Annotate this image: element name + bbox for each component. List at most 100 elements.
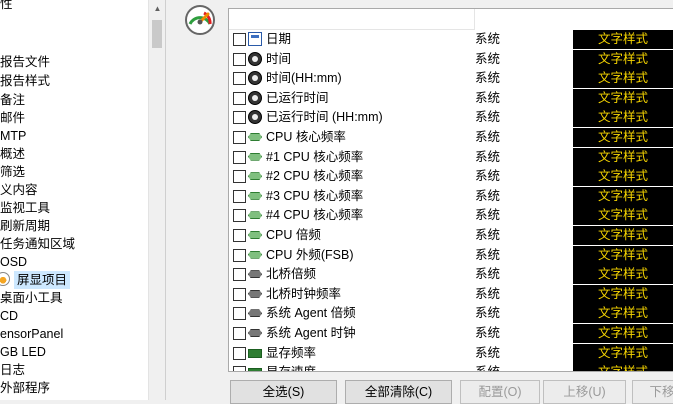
table-row[interactable]: 系统 Agent 时钟 系统 文字样式: [229, 324, 673, 344]
tree-item-notification-area[interactable]: 任务通知区域: [0, 235, 75, 253]
tree-item-desktop-gadget[interactable]: 桌面小工具: [0, 289, 63, 307]
tree-item-custom-content[interactable]: 义内容: [0, 181, 38, 199]
tree-item-filter[interactable]: 筛选: [0, 163, 25, 181]
table-row[interactable]: CPU 核心频率 系统 文字样式: [229, 128, 673, 148]
row-text-style-swatch[interactable]: 文字样式: [573, 363, 673, 371]
tree-item-lcd[interactable]: CD: [0, 307, 18, 325]
tree-item-properties[interactable]: 性: [0, 0, 13, 13]
row-checkbox[interactable]: [233, 52, 246, 66]
table-row[interactable]: 日期 系统 文字样式: [229, 30, 673, 50]
row-item-name: #3 CPU 核心频率: [266, 188, 364, 203]
table-row[interactable]: 显存速度 系统 文字样式: [229, 363, 673, 371]
tree-item-report-file[interactable]: 报告文件: [0, 53, 50, 71]
move-down-button[interactable]: 下移: [632, 380, 673, 404]
table-row[interactable]: 系统 Agent 倍频 系统 文字样式: [229, 304, 673, 324]
table-row[interactable]: 时间 系统 文字样式: [229, 49, 673, 70]
row-type: 系统: [475, 208, 501, 223]
row-item-name: 日期: [266, 32, 292, 46]
table-row[interactable]: #4 CPU 核心频率 系统 文字样式: [229, 206, 673, 226]
row-text-style-swatch[interactable]: 文字样式: [573, 30, 673, 49]
row-text-style-swatch[interactable]: 文字样式: [573, 304, 673, 324]
clock-icon: [248, 110, 262, 125]
scroll-up-arrow-icon[interactable]: ▲: [149, 0, 165, 17]
nav-scrollbar[interactable]: ▲: [148, 0, 165, 400]
row-text-style-swatch[interactable]: 文字样式: [573, 226, 673, 245]
table-row[interactable]: 已运行时间 系统 文字样式: [229, 88, 673, 109]
row-checkbox[interactable]: [233, 287, 246, 301]
row-text-style-swatch[interactable]: 文字样式: [573, 324, 673, 343]
row-text-style-swatch[interactable]: 文字样式: [573, 69, 673, 89]
tree-item-sensorpanel[interactable]: ensorPanel: [0, 325, 63, 343]
row-type: 系统: [475, 130, 501, 144]
move-up-button[interactable]: 上移(U): [543, 380, 626, 404]
row-item-name: 时间(HH:mm): [266, 71, 342, 86]
row-checkbox[interactable]: [233, 209, 246, 223]
tree-item-email[interactable]: 邮件: [0, 109, 25, 127]
tree-item-osd-items[interactable]: 屏显项目: [0, 271, 71, 289]
row-checkbox[interactable]: [233, 170, 246, 184]
tree-item-monitoring-tools[interactable]: 监视工具: [0, 199, 50, 217]
row-checkbox[interactable]: [233, 111, 246, 125]
row-checkbox[interactable]: [233, 189, 246, 203]
gpu-icon: [248, 348, 262, 358]
row-checkbox[interactable]: [233, 72, 246, 86]
row-text-style-swatch[interactable]: 文字样式: [573, 167, 673, 187]
table-row[interactable]: 显存频率 系统 文字样式: [229, 343, 673, 364]
tree-item-report-style[interactable]: 报告样式: [0, 72, 50, 90]
tree-item-rgb-led[interactable]: GB LED: [0, 343, 46, 361]
table-row[interactable]: #2 CPU 核心频率 系统 文字样式: [229, 167, 673, 187]
table-row[interactable]: #1 CPU 核心频率 系统 文字样式: [229, 147, 673, 168]
row-text-style-swatch[interactable]: 文字样式: [573, 186, 673, 206]
table-row[interactable]: 北桥倍频 系统 文字样式: [229, 265, 673, 285]
tree-item-notes[interactable]: 备注: [0, 91, 25, 109]
clear-all-button[interactable]: 全部清除(C): [345, 380, 452, 404]
row-type: 系统: [475, 169, 501, 184]
column-header-style[interactable]: [229, 9, 339, 30]
table-row[interactable]: 北桥时钟频率 系统 文字样式: [229, 284, 673, 305]
row-text-style-swatch[interactable]: 文字样式: [573, 147, 673, 167]
tree-item-osd[interactable]: OSD: [0, 253, 27, 271]
row-text-style-swatch[interactable]: 文字样式: [573, 284, 673, 304]
row-text-style-swatch[interactable]: 文字样式: [573, 343, 673, 363]
row-item-name: #1 CPU 核心频率: [266, 149, 364, 164]
table-row[interactable]: 时间(HH:mm) 系统 文字样式: [229, 69, 673, 89]
row-checkbox[interactable]: [233, 346, 246, 360]
row-text-style-swatch[interactable]: 文字样式: [573, 245, 673, 265]
row-checkbox[interactable]: [233, 268, 246, 282]
row-text-style-swatch[interactable]: 文字样式: [573, 206, 673, 226]
row-text-style-swatch[interactable]: 文字样式: [573, 108, 673, 128]
tree-item-log[interactable]: 日志: [0, 361, 25, 379]
table-row[interactable]: #3 CPU 核心频率 系统 文字样式: [229, 186, 673, 207]
row-checkbox[interactable]: [233, 91, 246, 105]
row-checkbox[interactable]: [233, 150, 246, 164]
row-checkbox[interactable]: [233, 229, 246, 242]
tree-item-refresh-period[interactable]: 刷新周期: [0, 217, 50, 235]
gpu-icon: [248, 368, 262, 371]
tree-item-external-programs[interactable]: 外部程序: [0, 379, 50, 397]
select-all-button[interactable]: 全选(S): [230, 380, 337, 404]
row-item-name: 显存速度: [266, 363, 316, 371]
row-type: 系统: [475, 149, 501, 164]
osd-gauge-icon: [0, 272, 10, 286]
osd-items-list[interactable]: 屏显项目 类型 日期系统文字样式时间系统文字样式时间(HH:mm)系统文字样式已…: [228, 8, 673, 372]
row-text-style-swatch[interactable]: 文字样式: [573, 265, 673, 285]
row-text-style-swatch[interactable]: 文字样式: [573, 88, 673, 108]
tree-item-smtp[interactable]: MTP: [0, 127, 26, 145]
row-checkbox[interactable]: [233, 327, 246, 340]
table-row[interactable]: CPU 倍频 系统 文字样式: [229, 226, 673, 246]
table-row[interactable]: CPU 外频(FSB) 系统 文字样式: [229, 245, 673, 266]
table-row[interactable]: 已运行时间 (HH:mm) 系统 文字样式: [229, 108, 673, 128]
row-type: 系统: [475, 228, 501, 242]
row-checkbox[interactable]: [233, 248, 246, 262]
row-text-style-swatch[interactable]: 文字样式: [573, 49, 673, 69]
row-checkbox[interactable]: [233, 33, 246, 46]
row-text-style-swatch[interactable]: 文字样式: [573, 128, 673, 147]
scrollbar-thumb[interactable]: [152, 20, 162, 48]
row-checkbox[interactable]: [233, 307, 246, 321]
row-checkbox[interactable]: [233, 366, 246, 371]
row-item-name: 系统 Agent 倍频: [266, 306, 356, 321]
row-checkbox[interactable]: [233, 131, 246, 144]
tree-item-summary[interactable]: 概述: [0, 145, 25, 163]
chipset-icon: [248, 270, 262, 279]
configure-button[interactable]: 配置(O): [460, 380, 540, 404]
